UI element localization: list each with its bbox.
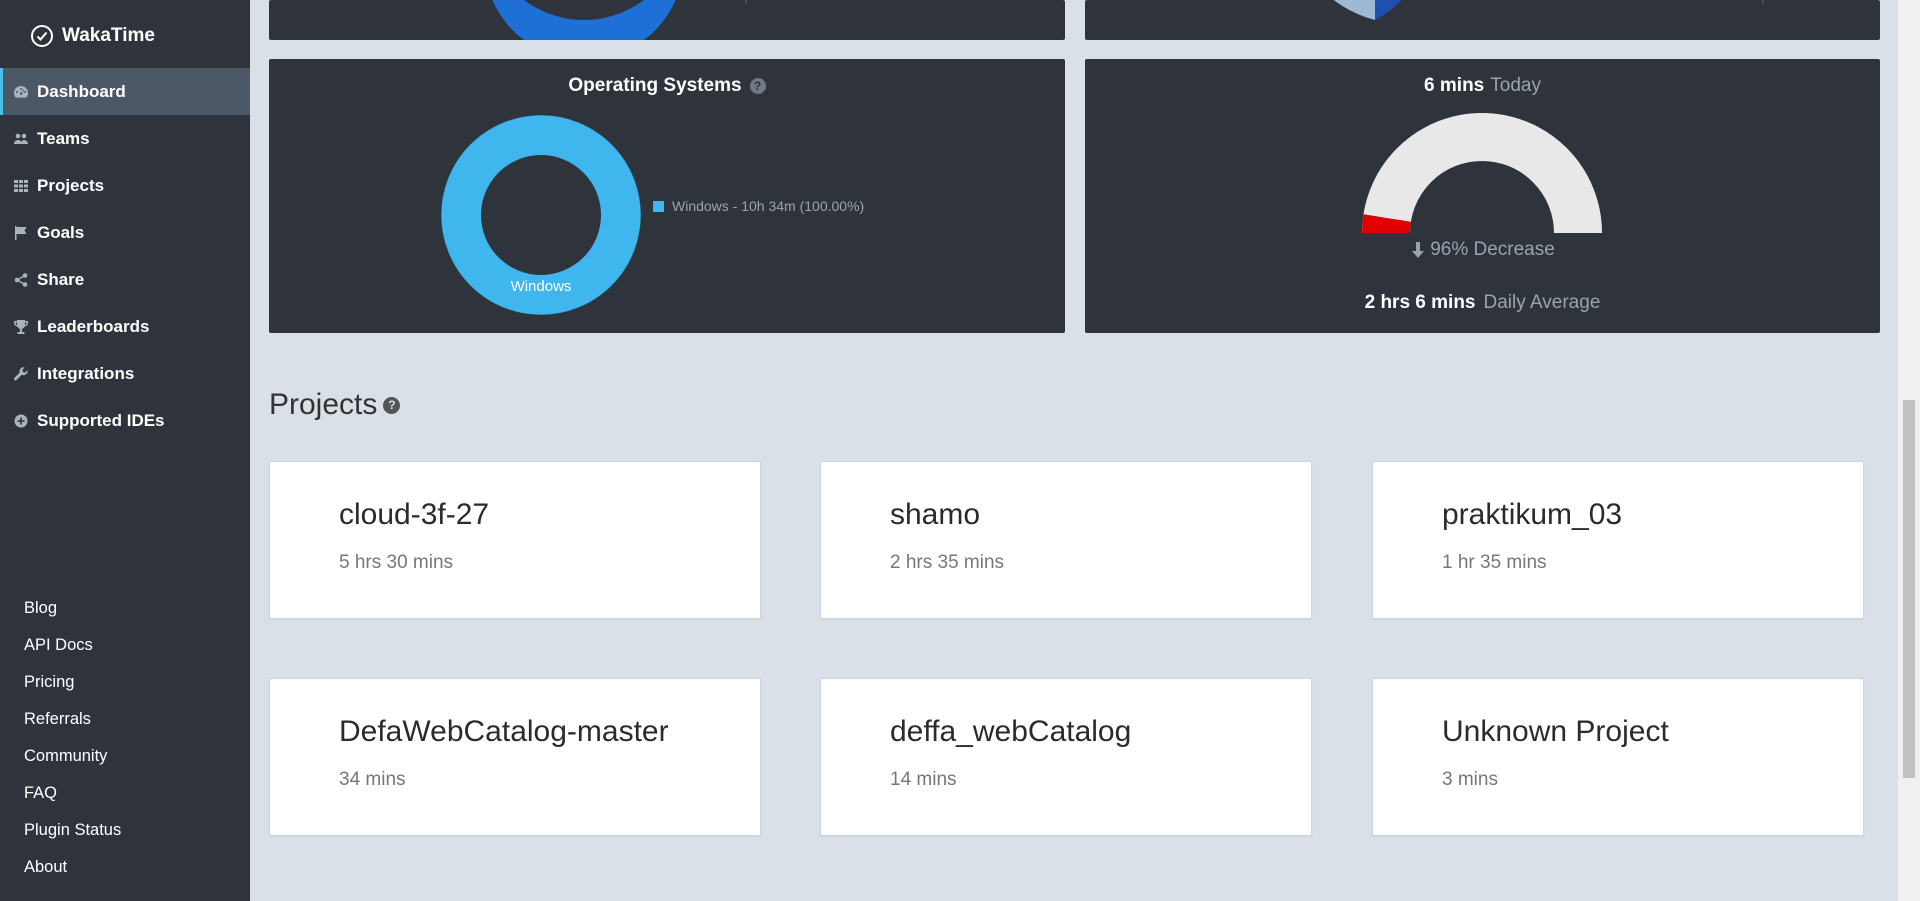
footer-link-pricing[interactable]: Pricing <box>24 664 121 701</box>
os-legend-text: Windows - 10h 34m (100.00%) <box>672 198 865 214</box>
share-icon <box>12 271 29 288</box>
sidebar-item-share[interactable]: Share <box>0 256 250 303</box>
os-donut-slice-windows[interactable] <box>441 115 641 315</box>
sidebar: WakaTime Dashboard Teams Projects Goals … <box>0 0 250 901</box>
sidebar-item-dashboard[interactable]: Dashboard <box>0 68 250 115</box>
footer-link-blog[interactable]: Blog <box>24 590 121 627</box>
project-card[interactable]: Unknown Project 3 mins <box>1372 678 1864 836</box>
projects-heading-text: Projects <box>269 388 378 421</box>
gauge-fill <box>1362 214 1411 234</box>
sidebar-item-projects[interactable]: Projects <box>0 162 250 209</box>
grid-icon <box>12 177 29 194</box>
projects-heading: Projects ? <box>269 388 401 422</box>
sidebar-item-label: Supported IDEs <box>37 410 165 430</box>
sidebar-nav: Dashboard Teams Projects Goals Share Lea… <box>0 68 250 444</box>
footer-link-plugin-status[interactable]: Plugin Status <box>24 812 121 849</box>
sidebar-item-label: Dashboard <box>37 81 126 101</box>
sidebar-item-label: Teams <box>37 128 90 148</box>
sidebar-item-supported-ides[interactable]: Supported IDEs <box>0 397 250 444</box>
legend-swatch <box>653 200 664 212</box>
footer-link-about[interactable]: About <box>24 849 121 886</box>
dashboard-icon <box>12 83 29 100</box>
partial-pie-slice-light <box>1333 0 1375 20</box>
sidebar-item-leaderboards[interactable]: Leaderboards <box>0 303 250 350</box>
partial-pie-slice <box>492 0 676 40</box>
arrow-down-icon <box>1412 242 1425 258</box>
project-card[interactable]: deffa_webCatalog 14 mins <box>820 678 1312 836</box>
sidebar-item-integrations[interactable]: Integrations <box>0 350 250 397</box>
scrollbar-thumb[interactable] <box>1903 400 1915 778</box>
brand[interactable]: WakaTime <box>30 22 155 50</box>
flag-icon <box>12 224 29 241</box>
os-legend[interactable]: Windows - 10h 34m (100.00%) <box>653 198 864 214</box>
daily-average-label: Daily Average <box>1483 292 1601 313</box>
gauge-track <box>1362 113 1602 234</box>
partial-pie-chart <box>492 0 747 40</box>
change-text: 96% Decrease <box>1430 239 1555 260</box>
os-donut-chart: Windows <box>440 114 642 316</box>
sidebar-item-goals[interactable]: Goals <box>0 209 250 256</box>
daily-average-line: 2 hrs 6 mins Daily Average <box>1085 292 1880 314</box>
project-time: 14 mins <box>890 769 957 790</box>
project-name: Unknown Project <box>1442 715 1669 748</box>
os-donut-label: Windows <box>511 278 572 295</box>
wrench-icon <box>12 365 29 382</box>
footer-link-api-docs[interactable]: API Docs <box>24 627 121 664</box>
sidebar-item-label: Leaderboards <box>37 316 150 336</box>
project-time: 1 hr 35 mins <box>1442 552 1547 573</box>
footer-link-referrals[interactable]: Referrals <box>24 701 121 738</box>
project-time: 5 hrs 30 mins <box>339 552 454 573</box>
project-time: 2 hrs 35 mins <box>890 552 1005 573</box>
operating-systems-card: Operating Systems ? Windows Windows - 10… <box>269 59 1065 333</box>
today-summary-card: 6 mins Today 96% Decrease 2 hrs 6 mins Dai… <box>1085 59 1880 333</box>
partial-pie-slice-dark <box>1375 0 1402 20</box>
sidebar-item-teams[interactable]: Teams <box>0 115 250 162</box>
sidebar-item-label: Share <box>37 269 85 289</box>
project-card[interactable]: cloud-3f-27 5 hrs 30 mins <box>269 461 761 619</box>
trophy-icon <box>12 318 29 335</box>
users-icon <box>12 130 29 147</box>
sidebar-footer-links: Blog API Docs Pricing Referrals Communit… <box>24 590 121 886</box>
vertical-scrollbar[interactable] <box>1898 0 1920 901</box>
project-name: DefaWebCatalog-master <box>339 715 669 748</box>
brand-name: WakaTime <box>62 25 155 46</box>
sidebar-item-label: Goals <box>37 222 85 242</box>
footer-link-community[interactable]: Community <box>24 738 121 775</box>
project-card[interactable]: shamo 2 hrs 35 mins <box>820 461 1312 619</box>
project-time: 3 mins <box>1442 769 1498 790</box>
project-name: praktikum_03 <box>1442 498 1623 531</box>
project-name: deffa_webCatalog <box>890 715 1132 748</box>
project-time: 34 mins <box>339 769 406 790</box>
project-card[interactable]: DefaWebCatalog-master 34 mins <box>269 678 761 836</box>
change-indicator: 96% Decrease <box>1085 239 1880 261</box>
plus-circle-icon <box>12 412 29 429</box>
partial-chart-card-left <box>269 0 1065 40</box>
help-icon[interactable]: ? <box>383 396 401 414</box>
partial-pie-chart-2 <box>1333 0 1764 20</box>
sidebar-item-label: Integrations <box>37 363 135 383</box>
daily-average-value: 2 hrs 6 mins <box>1364 292 1476 313</box>
wakatime-logo-icon <box>31 25 53 47</box>
partial-chart-card-right <box>1085 0 1880 40</box>
project-card[interactable]: praktikum_03 1 hr 35 mins <box>1372 461 1864 619</box>
sidebar-item-label: Projects <box>37 175 105 195</box>
project-name: shamo <box>890 498 981 531</box>
footer-link-faq[interactable]: FAQ <box>24 775 121 812</box>
project-name: cloud-3f-27 <box>339 498 490 531</box>
